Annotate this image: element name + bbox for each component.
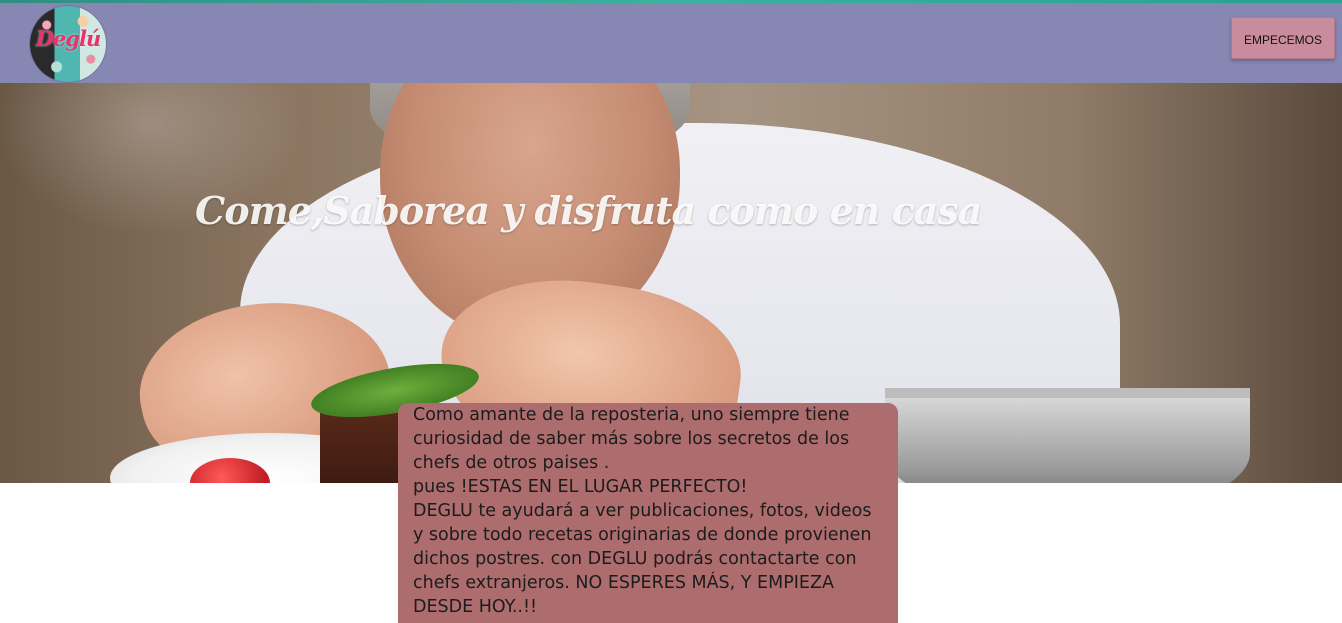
logo-text: Deglú [35,26,102,51]
start-button[interactable]: EMPECEMOS [1231,17,1335,59]
intro-line: chefs extranjeros. NO ESPERES MÁS, Y EMP… [413,573,834,593]
intro-line: curiosidad de saber más sobre los secret… [413,429,850,449]
intro-line: chefs de otros paises . [413,453,610,473]
navbar: Deglú EMPECEMOS [0,3,1342,83]
intro-line: dichos postres. con DEGLU podrás contact… [413,549,857,569]
logo[interactable]: Deglú [30,6,106,82]
intro-line: DEGLU te ayudará a ver publicaciones, fo… [413,501,872,521]
intro-line: Como amante de la reposteria, uno siempr… [413,405,850,425]
hero-title: Come,Saborea y disfruta como en casa [195,188,982,234]
mixing-bowl-image [885,388,1250,483]
intro-line: pues !ESTAS EN EL LUGAR PERFECTO! [413,477,748,497]
intro-line: y sobre todo recetas originarias de dond… [413,525,872,545]
intro-line: DESDE HOY..!! [413,597,538,617]
intro-text-box: Como amante de la reposteria, uno siempr… [398,403,898,623]
